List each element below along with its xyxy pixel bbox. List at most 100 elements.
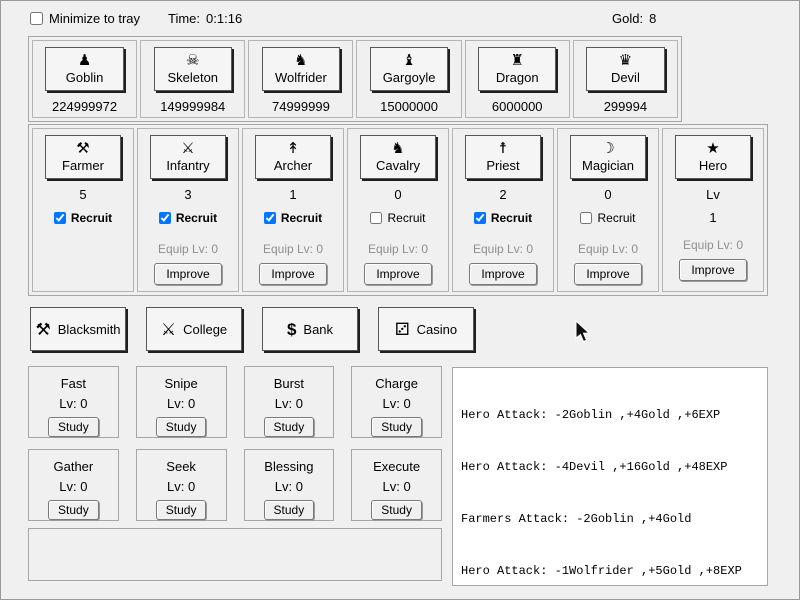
farmer-button[interactable]: ⚒ Farmer <box>45 135 121 179</box>
skill-level: Lv: 0 <box>383 479 411 494</box>
snipe-study-button[interactable]: Study <box>156 417 207 437</box>
hero-improve-button[interactable]: Improve <box>679 259 746 281</box>
charge-study-button[interactable]: Study <box>371 417 422 437</box>
enemy-name: Wolfrider <box>275 70 327 85</box>
cavalry-recruit-checkbox[interactable] <box>370 212 382 224</box>
unit-card-priest: ☨ Priest 2 Recruit Equip Lv: 0 Improve <box>452 128 554 292</box>
dragon-button[interactable]: ♜ Dragon <box>478 47 556 91</box>
enemy-name: Dragon <box>496 70 539 85</box>
infantry-recruit-option[interactable]: Recruit <box>159 211 217 225</box>
skill-level: Lv: 0 <box>275 479 303 494</box>
cavalry-improve-button[interactable]: Improve <box>364 263 431 285</box>
time-display: Time: 0:1:16 <box>168 11 242 26</box>
magician-button[interactable]: ☽ Magician <box>570 135 646 179</box>
enemy-count: 224999972 <box>52 99 117 114</box>
skill-card-snipe: Snipe Lv: 0 Study <box>136 366 227 438</box>
cavalry-recruit-option[interactable]: Recruit <box>370 211 425 225</box>
archer-improve-button[interactable]: Improve <box>259 263 326 285</box>
infantry-button[interactable]: ⚔ Infantry <box>150 135 226 179</box>
recruit-label: Recruit <box>491 211 532 225</box>
enemy-card-devil: ♛ Devil 299994 <box>573 40 678 118</box>
burst-study-button[interactable]: Study <box>264 417 315 437</box>
magician-recruit-checkbox[interactable] <box>580 212 592 224</box>
recruit-label: Recruit <box>597 211 635 225</box>
archer-recruit-checkbox[interactable] <box>264 212 276 224</box>
unit-card-infantry: ⚔ Infantry 3 Recruit Equip Lv: 0 Improve <box>137 128 239 292</box>
college-label: College <box>183 322 227 337</box>
skeleton-icon: ☠ <box>186 53 199 68</box>
enemy-count: 6000000 <box>492 99 543 114</box>
enemy-name: Goblin <box>66 70 104 85</box>
farmer-recruit-option[interactable]: Recruit <box>54 211 112 225</box>
unit-card-hero: ★ Hero Lv 1 Equip Lv: 0 Improve <box>662 128 764 292</box>
enemy-card-goblin: ♟ Goblin 224999972 <box>32 40 137 118</box>
priest-recruit-checkbox[interactable] <box>474 212 486 224</box>
log-line: Hero Attack: -4Devil ,+16Gold ,+48EXP <box>461 459 759 476</box>
infantry-improve-button[interactable]: Improve <box>154 263 221 285</box>
execute-study-button[interactable]: Study <box>371 500 422 520</box>
farmer-icon: ⚒ <box>76 141 89 156</box>
priest-button[interactable]: ☨ Priest <box>465 135 541 179</box>
enemy-count: 299994 <box>604 99 647 114</box>
equip-level-label: Equip Lv: 0 <box>263 242 323 256</box>
equip-level-label: Equip Lv: 0 <box>683 238 743 252</box>
hero-button[interactable]: ★ Hero <box>675 135 751 179</box>
enemy-card-skeleton: ☠ Skeleton 149999984 <box>140 40 245 118</box>
gargoyle-icon: ♝ <box>402 53 415 68</box>
skill-card-burst: Burst Lv: 0 Study <box>244 366 335 438</box>
magician-improve-button[interactable]: Improve <box>574 263 641 285</box>
college-button[interactable]: ⚔ College <box>146 307 242 351</box>
wolfrider-icon: ♞ <box>294 53 307 68</box>
cavalry-button[interactable]: ♞ Cavalry <box>360 135 436 179</box>
unit-card-cavalry: ♞ Cavalry 0 Recruit Equip Lv: 0 Improve <box>347 128 449 292</box>
skill-card-charge: Charge Lv: 0 Study <box>351 366 442 438</box>
battle-log[interactable]: Hero Attack: -2Goblin ,+4Gold ,+6EXP Her… <box>452 367 768 586</box>
skill-name: Fast <box>61 376 86 391</box>
log-line: Hero Attack: -1Wolfrider ,+5Gold ,+8EXP <box>461 563 759 580</box>
seek-study-button[interactable]: Study <box>156 500 207 520</box>
casino-button[interactable]: ⚂ Casino <box>378 307 474 351</box>
recruit-label: Recruit <box>387 211 425 225</box>
unit-card-magician: ☽ Magician 0 Recruit Equip Lv: 0 Improve <box>557 128 659 292</box>
magician-recruit-option[interactable]: Recruit <box>580 211 635 225</box>
skill-card-gather: Gather Lv: 0 Study <box>28 449 119 521</box>
gargoyle-button[interactable]: ♝ Gargoyle <box>370 47 448 91</box>
skill-card-fast: Fast Lv: 0 Study <box>28 366 119 438</box>
infantry-recruit-checkbox[interactable] <box>159 212 171 224</box>
equip-level-label: Equip Lv: 0 <box>158 242 218 256</box>
college-icon: ⚔ <box>161 321 176 338</box>
skeleton-button[interactable]: ☠ Skeleton <box>154 47 232 91</box>
time-label: Time: <box>168 11 200 26</box>
devil-button[interactable]: ♛ Devil <box>586 47 664 91</box>
unit-count: 1 <box>289 187 296 202</box>
magician-icon: ☽ <box>601 141 614 156</box>
priest-improve-button[interactable]: Improve <box>469 263 536 285</box>
recruit-label: Recruit <box>281 211 322 225</box>
equip-level-label: Equip Lv: 0 <box>368 242 428 256</box>
cavalry-icon: ♞ <box>391 141 404 156</box>
unit-count: 5 <box>79 187 86 202</box>
blacksmith-button[interactable]: ⚒ Blacksmith <box>30 307 126 351</box>
unit-count: 0 <box>394 187 401 202</box>
bank-button[interactable]: $ Bank <box>262 307 358 351</box>
gold-display: Gold: 8 <box>612 11 656 26</box>
goblin-button[interactable]: ♟ Goblin <box>45 47 123 91</box>
enemy-card-dragon: ♜ Dragon 6000000 <box>465 40 570 118</box>
fast-study-button[interactable]: Study <box>48 417 99 437</box>
farmer-recruit-checkbox[interactable] <box>54 212 66 224</box>
wolfrider-button[interactable]: ♞ Wolfrider <box>262 47 340 91</box>
skill-name: Burst <box>274 376 304 391</box>
blessing-study-button[interactable]: Study <box>264 500 315 520</box>
minimize-to-tray-checkbox[interactable] <box>30 12 43 25</box>
skill-card-seek: Seek Lv: 0 Study <box>136 449 227 521</box>
skill-card-blessing: Blessing Lv: 0 Study <box>244 449 335 521</box>
archer-button[interactable]: ↟ Archer <box>255 135 331 179</box>
gather-study-button[interactable]: Study <box>48 500 99 520</box>
priest-recruit-option[interactable]: Recruit <box>474 211 532 225</box>
skills-panel: Fast Lv: 0 Study Snipe Lv: 0 Study Burst… <box>28 366 442 518</box>
unit-name: Archer <box>274 158 312 173</box>
blacksmith-label: Blacksmith <box>58 322 121 337</box>
archer-recruit-option[interactable]: Recruit <box>264 211 322 225</box>
unit-name: Priest <box>486 158 519 173</box>
minimize-to-tray-option[interactable]: Minimize to tray <box>30 11 140 26</box>
